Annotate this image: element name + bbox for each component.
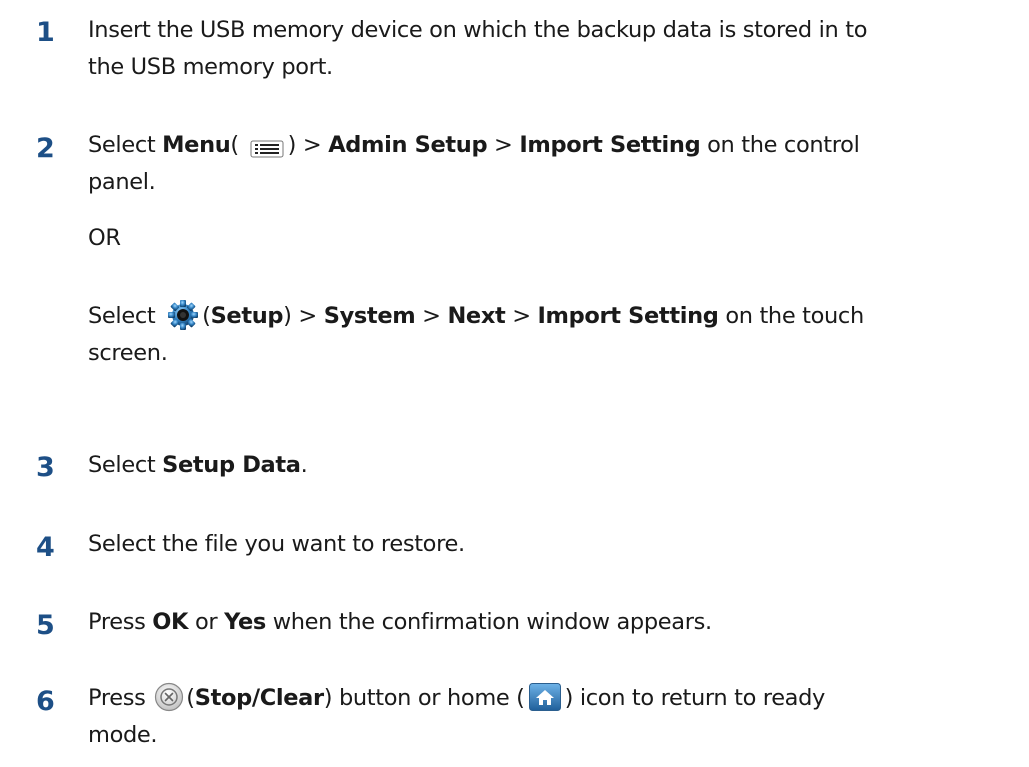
- text-run: or: [188, 609, 225, 635]
- step-number: 3: [36, 452, 55, 483]
- text-run: >: [415, 303, 448, 329]
- step-text: Press (Stop/Clear) button or home () ic…: [88, 680, 1023, 754]
- text-run: (: [202, 303, 211, 329]
- step-number: 1: [36, 17, 55, 48]
- home-icon: [528, 682, 561, 711]
- text-run: on the control: [700, 132, 860, 158]
- text-run: Select: [88, 132, 163, 158]
- ok-label: OK: [152, 609, 189, 635]
- text-run: >: [487, 132, 520, 158]
- step-text: Press OK or Yes when the confirmation wi…: [88, 604, 1023, 641]
- step-line: Press (Stop/Clear) button or home () ic…: [88, 680, 1023, 717]
- step-number: 4: [36, 532, 55, 563]
- admin-setup-label: Admin Setup: [328, 132, 488, 158]
- step-text: Select Setup Data.: [88, 447, 1023, 484]
- import-setting-label: Import Setting: [537, 303, 719, 329]
- menu-icon: [250, 135, 284, 157]
- text-run: Press: [88, 685, 153, 711]
- step-text: Select Menu( ) > Admin Setup > Import Se…: [88, 127, 1023, 201]
- step-line: mode.: [88, 722, 158, 748]
- menu-label: Menu: [162, 132, 231, 158]
- stop-clear-icon: [154, 682, 184, 712]
- stop-clear-label: Stop/Clear: [194, 685, 324, 711]
- step-line: Press OK or Yes when the confirmation wi…: [88, 604, 1023, 641]
- text-run: ) icon to return to ready: [564, 685, 826, 711]
- step-line: Select Setup Data.: [88, 447, 1023, 484]
- step-number: 5: [36, 610, 55, 641]
- step-text-alt: Select (Setup) > System > Next > Import …: [88, 298, 1023, 372]
- text-run: ) >: [287, 132, 329, 158]
- text-run: >: [505, 303, 538, 329]
- step-line: Select Menu( ) > Admin Setup > Import Se…: [88, 127, 1023, 164]
- step-line: the USB memory port.: [88, 54, 333, 80]
- step-line: panel.: [88, 169, 156, 195]
- step-line: Select the file you want to restore.: [88, 531, 465, 557]
- text-run: Select: [88, 452, 163, 478]
- or-text: OR: [88, 225, 121, 251]
- step-number: 2: [36, 133, 55, 164]
- next-label: Next: [447, 303, 506, 329]
- step-line: screen.: [88, 340, 168, 366]
- text-run: Press: [88, 609, 153, 635]
- text-run: .: [300, 452, 308, 478]
- step-text: Select the file you want to restore.: [88, 526, 1023, 563]
- setup-data-label: Setup Data: [162, 452, 301, 478]
- text-run: ) >: [283, 303, 324, 329]
- setup-label: Setup: [210, 303, 284, 329]
- text-run: (: [186, 685, 195, 711]
- step-line: Select (Setup) > System > Next > Import …: [88, 298, 1023, 335]
- text-run: (: [230, 132, 246, 158]
- text-run: on the touch: [718, 303, 864, 329]
- step-text: Insert the USB memory device on which th…: [88, 12, 1023, 86]
- yes-label: Yes: [224, 609, 266, 635]
- text-run: Select: [88, 303, 163, 329]
- text-run: ) button or home (: [323, 685, 525, 711]
- gear-icon: [166, 298, 200, 332]
- step-line: Insert the USB memory device on which th…: [88, 17, 868, 43]
- text-run: when the confirmation window appears.: [265, 609, 712, 635]
- import-setting-label: Import Setting: [519, 132, 701, 158]
- system-label: System: [323, 303, 416, 329]
- step-number: 6: [36, 686, 55, 717]
